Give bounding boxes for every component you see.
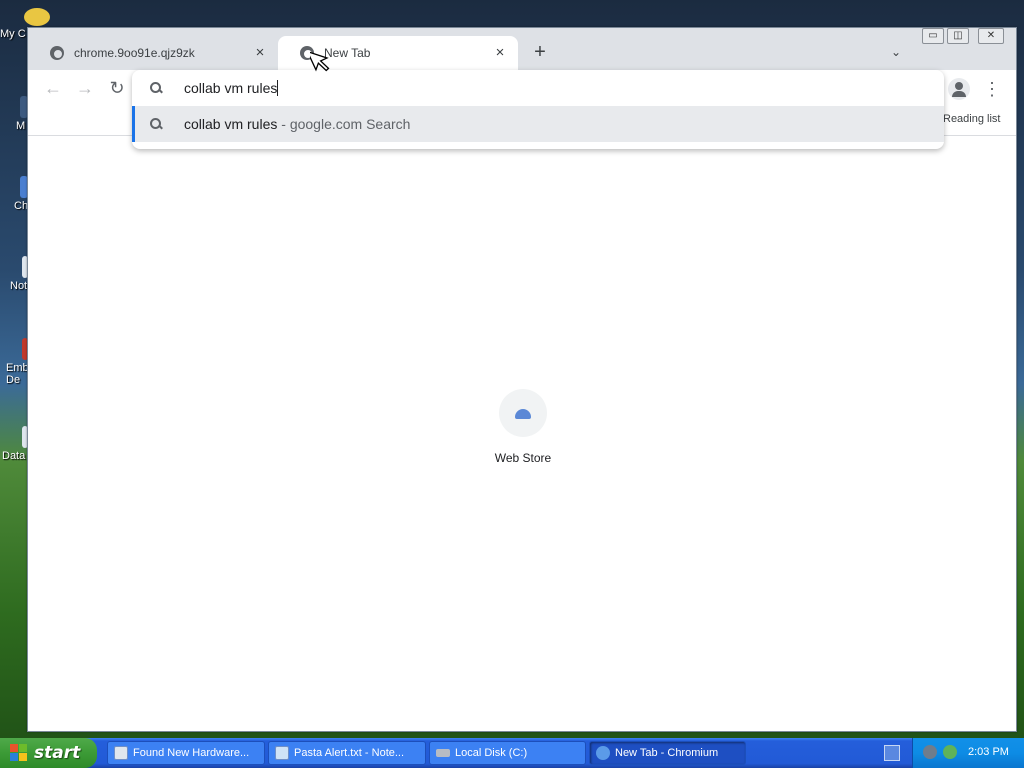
- new-tab-page: Web Store: [28, 137, 1016, 731]
- desktop-icon-label: Ch: [14, 200, 29, 212]
- desktop-icon-label: Data: [2, 450, 26, 462]
- network-icon[interactable]: [943, 745, 957, 759]
- taskbar-item-chromium[interactable]: New Tab - Chromium: [589, 741, 746, 765]
- omnibox-dropdown: collab vm rules collab vm rules - google…: [132, 70, 944, 149]
- shortcut-label: Web Store: [494, 451, 552, 465]
- taskbar-item-notepad[interactable]: Pasta Alert.txt - Note...: [268, 741, 426, 765]
- suggestion-separator: -: [277, 116, 290, 132]
- notepad-icon: [275, 746, 289, 760]
- restore-button[interactable]: ◫: [947, 28, 969, 44]
- security-icon[interactable]: [923, 745, 937, 759]
- tab-search-icon[interactable]: ⌄: [888, 44, 904, 60]
- tab-title: chrome.9oo91e.qjz9zk: [74, 46, 195, 60]
- start-button[interactable]: start: [0, 738, 97, 768]
- desktop-icon-my-computer[interactable]: My C: [0, 8, 50, 40]
- reading-list-button[interactable]: Reading list: [943, 113, 1000, 125]
- web-store-icon: [499, 389, 547, 437]
- desktop-icon-5[interactable]: Emb De: [0, 338, 30, 386]
- tab-chrome-url[interactable]: chrome.9oo91e.qjz9zk ×: [28, 36, 278, 70]
- taskbar-item-label: New Tab - Chromium: [615, 747, 719, 759]
- desktop-icon-3[interactable]: Ch: [0, 176, 30, 212]
- desktop-icon-6[interactable]: Data: [0, 426, 30, 462]
- taskbar-item-found-new-hardware[interactable]: Found New Hardware...: [107, 741, 265, 765]
- globe-icon: [50, 46, 64, 60]
- tab-strip: chrome.9oo91e.qjz9zk × New Tab × + ⌄ ▭ ◫…: [28, 28, 1016, 70]
- desktop-icon-2[interactable]: M: [0, 96, 30, 132]
- suggestion-source: google.com Search: [289, 116, 411, 132]
- mouse-cursor-icon: [310, 50, 330, 72]
- minimize-button[interactable]: ▭: [922, 28, 944, 44]
- desktop-icon-label: Emb De: [6, 362, 29, 386]
- clock[interactable]: 2:03 PM: [968, 746, 1009, 758]
- omnibox-suggestion[interactable]: collab vm rules - google.com Search: [132, 106, 944, 142]
- taskbar-item-local-disk[interactable]: Local Disk (C:): [429, 741, 586, 765]
- shortcut-web-store[interactable]: Web Store: [483, 389, 563, 465]
- reload-button[interactable]: ↻: [105, 76, 129, 100]
- desktop-icon-label: Not: [10, 280, 28, 292]
- taskbar: start Found New Hardware... Pasta Alert.…: [0, 738, 1024, 768]
- text-caret: [277, 80, 279, 96]
- window-icon: [114, 746, 128, 760]
- start-label: start: [34, 743, 81, 763]
- omnibox-text[interactable]: collab vm rules: [184, 80, 277, 96]
- taskbar-item-label: Found New Hardware...: [133, 747, 250, 759]
- desktop-icon-label: My C: [0, 28, 26, 40]
- tab-close-icon[interactable]: ×: [252, 45, 268, 61]
- menu-icon[interactable]: ⋮: [982, 78, 1002, 100]
- taskbar-item-label: Pasta Alert.txt - Note...: [294, 747, 405, 759]
- profile-icon[interactable]: [948, 78, 970, 100]
- forward-button[interactable]: →: [73, 76, 97, 100]
- taskbar-item-label: Local Disk (C:): [455, 747, 528, 759]
- desktop-icon-4[interactable]: Not: [0, 256, 30, 292]
- chromium-icon: [596, 746, 610, 760]
- tab-close-icon[interactable]: ×: [492, 45, 508, 61]
- keyboard-icon[interactable]: [884, 745, 900, 761]
- omnibox-input[interactable]: collab vm rules: [132, 70, 944, 106]
- suggestion-query: collab vm rules: [184, 116, 278, 132]
- computer-icon: [24, 8, 50, 26]
- desktop-icon-label: M: [16, 120, 26, 132]
- drive-icon: [436, 749, 450, 757]
- tab-title: New Tab: [324, 46, 371, 60]
- new-tab-button[interactable]: +: [530, 42, 550, 62]
- windows-logo-icon: [10, 744, 28, 762]
- browser-window: chrome.9oo91e.qjz9zk × New Tab × + ⌄ ▭ ◫…: [27, 27, 1017, 732]
- back-button[interactable]: ←: [41, 76, 65, 100]
- search-icon: [150, 82, 162, 94]
- close-window-button[interactable]: ✕: [978, 28, 1004, 44]
- search-icon: [150, 118, 162, 130]
- system-tray: 2:03 PM: [912, 738, 1024, 768]
